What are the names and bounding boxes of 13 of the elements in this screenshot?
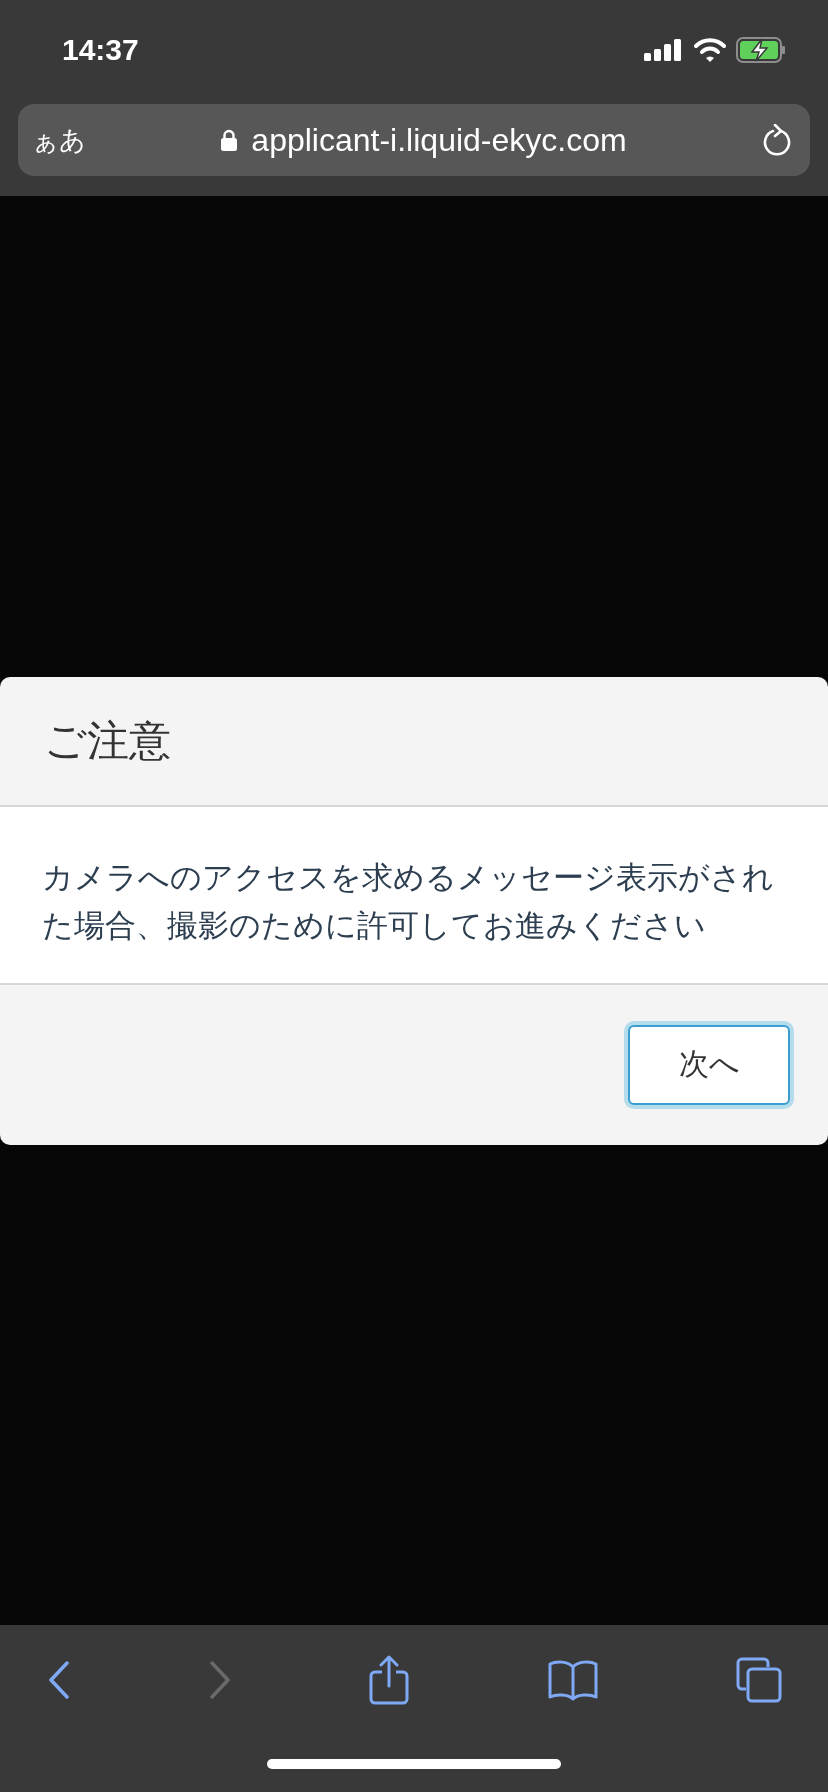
dialog-message: カメラへのアクセスを求めるメッセージ表示がされた場合、撮影のために許可してお進みください bbox=[42, 857, 775, 945]
address-bar[interactable]: ぁあ applicant-i.liquid-ekyc.com bbox=[18, 104, 810, 176]
back-icon[interactable] bbox=[48, 1661, 70, 1699]
status-time: 14:37 bbox=[62, 33, 139, 67]
reload-icon[interactable] bbox=[762, 124, 792, 156]
text-size-button[interactable]: ぁあ bbox=[32, 122, 86, 158]
wifi-icon bbox=[694, 38, 726, 62]
tabs-icon[interactable] bbox=[736, 1657, 782, 1703]
dialog-title: ご注意 bbox=[44, 714, 171, 767]
book-icon[interactable] bbox=[547, 1659, 598, 1701]
share-icon[interactable] bbox=[369, 1655, 409, 1705]
signal-icon bbox=[644, 39, 684, 61]
url-text: applicant-i.liquid-ekyc.com bbox=[251, 121, 627, 159]
